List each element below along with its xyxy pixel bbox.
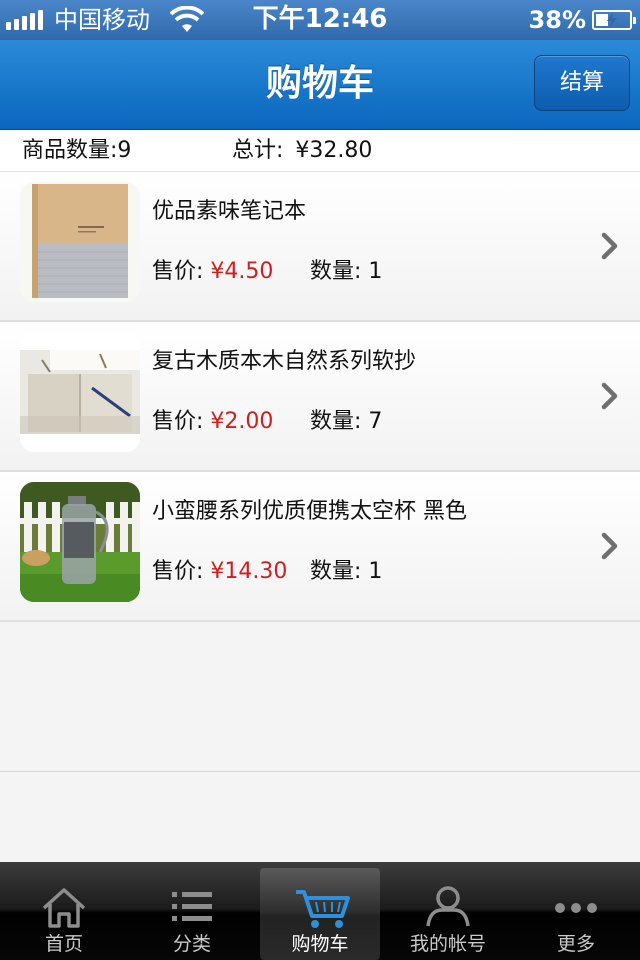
price-value: ¥14.30 [210, 559, 288, 584]
item-name: 复古木质本木自然系列软抄 [152, 349, 417, 374]
tab-label: 我的帐号 [409, 933, 486, 955]
open-notebook-image [20, 332, 140, 452]
cart-item[interactable]: 复古木质本木自然系列软抄 售价: ¥2.00 数量: 7 [0, 322, 640, 472]
tab-category[interactable]: 分类 [128, 862, 256, 960]
tab-label: 首页 [44, 933, 83, 955]
tab-label: 购物车 [291, 933, 349, 955]
item-price: 售价: ¥2.00 [152, 409, 274, 434]
total-value: ¥32.80 [295, 138, 373, 163]
tab-more[interactable]: 更多 [512, 862, 640, 960]
tab-cart[interactable]: 购物车 [260, 868, 380, 960]
cart-total: 总计: ¥32.80 [232, 136, 372, 166]
price-value: ¥4.50 [210, 259, 274, 284]
price-value: ¥2.00 [210, 409, 274, 434]
cart-item[interactable]: 优品素味笔记本 售价: ¥4.50 数量: 1 [0, 172, 640, 322]
battery-charging-icon [592, 10, 636, 30]
item-count: 商品数量:9 [22, 138, 132, 163]
more-icon [555, 903, 597, 913]
item-name: 小蛮腰系列优质便携太空杯 黑色 [152, 499, 467, 524]
empty-list-area [0, 622, 640, 772]
cart-summary: 商品数量:9 总计: ¥32.80 [0, 130, 640, 172]
chevron-right-icon [601, 532, 618, 560]
item-price: 售价: ¥14.30 [152, 559, 288, 584]
water-bottle-image [20, 482, 140, 602]
checkout-button[interactable]: 结算 [534, 55, 630, 111]
tab-bar: 首页 分类 购物车 我的帐号 更多 [0, 862, 640, 960]
cart-item[interactable]: 小蛮腰系列优质便携太空杯 黑色 售价: ¥14.30 数量: 1 [0, 472, 640, 622]
user-icon [426, 886, 470, 927]
tab-account[interactable]: 我的帐号 [384, 862, 512, 960]
home-icon [42, 888, 86, 928]
battery-percent: 38% [528, 6, 586, 34]
item-quantity: 数量: 1 [310, 259, 383, 284]
chevron-right-icon [601, 232, 618, 260]
total-label: 总计: [232, 138, 284, 163]
notebook-image [20, 182, 140, 302]
chevron-right-icon [601, 382, 618, 410]
list-icon [172, 892, 212, 921]
cart-list: 优品素味笔记本 售价: ¥4.50 数量: 1 复古木质本木自然系列软抄 售价:… [0, 172, 640, 622]
item-quantity: 数量: 7 [310, 409, 383, 434]
item-name: 优品素味笔记本 [152, 199, 307, 224]
tab-label: 更多 [556, 933, 595, 955]
tab-label: 分类 [172, 933, 211, 955]
cart-icon [296, 890, 350, 928]
navigation-bar: 购物车 结算 [0, 40, 640, 130]
status-bar: 中国移动 下午12:46 38% [0, 0, 640, 40]
tab-home[interactable]: 首页 [0, 862, 128, 960]
item-price: 售价: ¥4.50 [152, 259, 274, 284]
item-quantity: 数量: 1 [310, 559, 383, 584]
